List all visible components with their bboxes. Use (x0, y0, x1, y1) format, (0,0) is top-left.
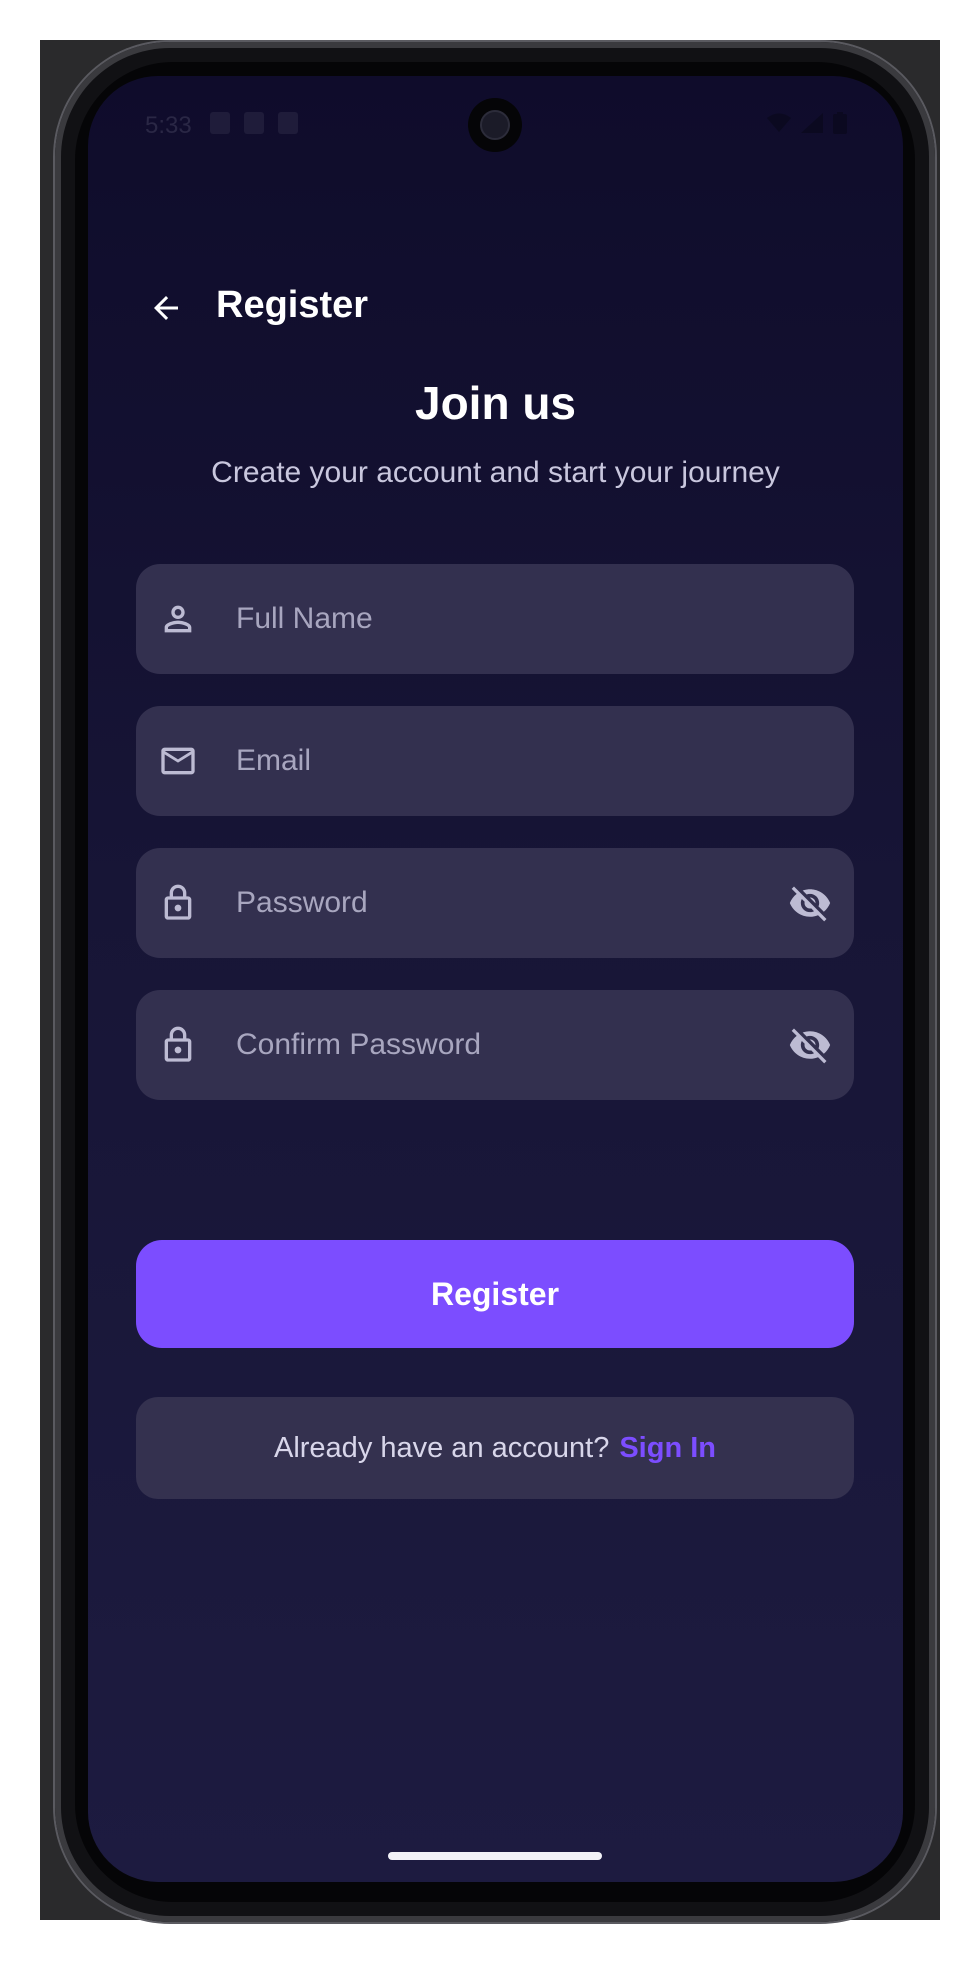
status-notification-icons (210, 112, 298, 134)
subtitle: Create your account and start your journ… (211, 456, 780, 489)
app-bar: Register (88, 276, 903, 336)
signal-icon (801, 113, 823, 133)
email-input[interactable] (236, 706, 756, 816)
status-system-icons (767, 112, 847, 134)
app-screen: 5:33 Register Join us Create your accoun… (88, 76, 903, 1882)
lock-icon (164, 884, 192, 920)
full-name-input[interactable] (236, 564, 756, 674)
password-field[interactable] (136, 848, 854, 958)
headline: Join us (414, 377, 577, 429)
sim-card-status-icon (244, 112, 264, 134)
battery-icon (833, 112, 847, 134)
front-camera (468, 98, 522, 152)
email-field[interactable] (136, 706, 854, 816)
visibility-off-icon[interactable] (788, 881, 832, 925)
confirm-password-field[interactable] (136, 990, 854, 1100)
home-indicator[interactable] (388, 1852, 602, 1860)
visibility-off-icon[interactable] (788, 1023, 832, 1067)
status-bar: 5:33 (88, 76, 903, 176)
text-notification-icon (278, 112, 298, 134)
status-time: 5:33 (145, 112, 192, 139)
back-button[interactable] (144, 286, 188, 330)
wifi-icon (767, 113, 791, 132)
shield-status-icon (210, 112, 230, 134)
mail-icon (161, 747, 195, 775)
lock-icon (164, 1026, 192, 1062)
signin-prompt-text: Already have an account? (273, 1431, 610, 1464)
page-title: Register (216, 284, 369, 326)
signin-prompt-card: Already have an account? Sign In (136, 1397, 854, 1499)
camera-lens (480, 110, 510, 140)
register-button[interactable]: Register (136, 1240, 854, 1348)
password-input[interactable] (236, 848, 756, 958)
confirm-password-input[interactable] (236, 990, 756, 1100)
full-name-field[interactable] (136, 564, 854, 674)
sign-in-link[interactable]: Sign In (619, 1432, 716, 1465)
arrow-back-icon (154, 296, 178, 320)
person-icon (164, 605, 192, 633)
